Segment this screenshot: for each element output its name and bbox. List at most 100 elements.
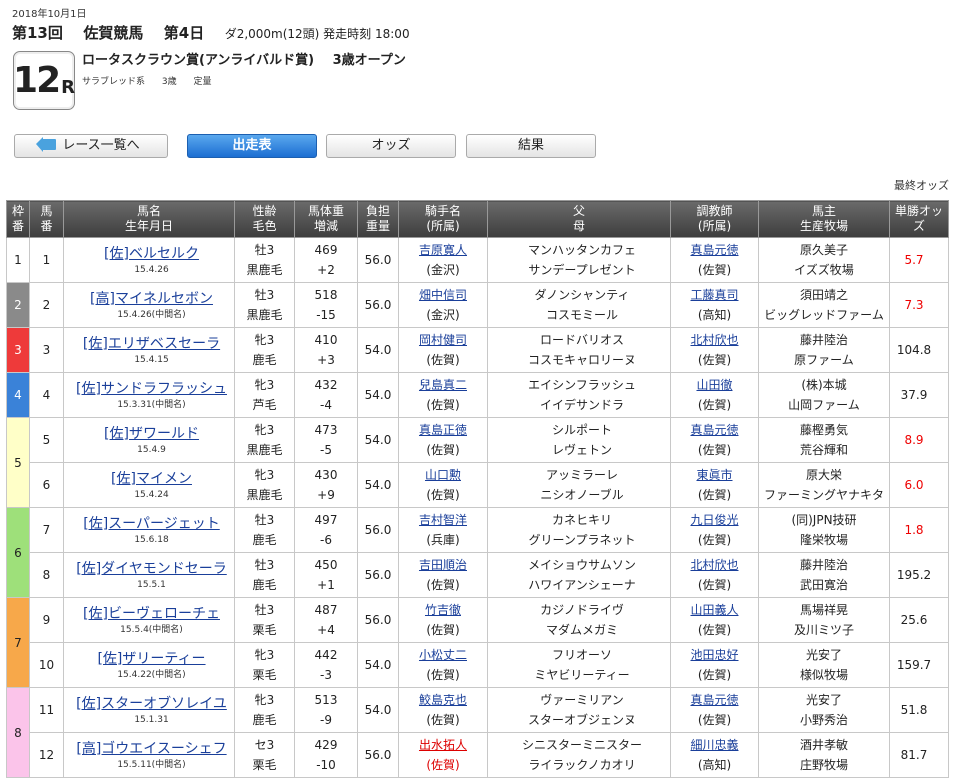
weight-diff: -3 bbox=[320, 668, 332, 682]
coat-color: 鹿毛 bbox=[252, 713, 277, 727]
jockey-affiliation: (金沢) bbox=[426, 308, 460, 322]
jockey-link[interactable]: 出水拓人 bbox=[419, 738, 467, 752]
jockey-link[interactable]: 吉村智洋 bbox=[419, 513, 467, 527]
trainer-link[interactable]: 真島元徳 bbox=[690, 693, 738, 707]
trainer-cell: 工藤真司 (高知) bbox=[670, 282, 759, 328]
horse-name-link[interactable]: [佐]ビーヴェローチェ bbox=[83, 606, 220, 622]
horse-name-link[interactable]: [佐]スターオブソレイユ bbox=[76, 696, 227, 712]
horse-name-link[interactable]: [佐]スーパージェット bbox=[83, 516, 220, 532]
trainer-cell: 北村欣也 (佐賀) bbox=[670, 552, 759, 598]
kinryo-cell: 56.0 bbox=[357, 237, 399, 283]
horse-name-link[interactable]: [佐]エリザベスセーラ bbox=[83, 336, 220, 352]
trainer-link[interactable]: 真島元徳 bbox=[690, 243, 738, 257]
jockey-cell: 畑中信司 (金沢) bbox=[398, 282, 488, 328]
race-attr-age: 3歳 bbox=[161, 77, 177, 87]
dam-name: ミヤビリーティー bbox=[534, 668, 630, 682]
horse-name-link[interactable]: [高]ゴウエイスーシェフ bbox=[76, 741, 226, 757]
trainer-link[interactable]: 山田義人 bbox=[690, 603, 738, 617]
sire-name: アッミラーレ bbox=[545, 468, 618, 482]
horse-name-link[interactable]: [佐]サンドラフラッシュ bbox=[76, 381, 227, 397]
umaban-cell: 6 bbox=[29, 462, 64, 508]
jockey-cell: 竹吉徹 (佐賀) bbox=[398, 597, 488, 643]
horse-name-link[interactable]: [佐]ベルセルク bbox=[104, 246, 199, 262]
weight-cell: 432 -4 bbox=[294, 372, 358, 418]
jockey-link[interactable]: 小松丈二 bbox=[419, 648, 467, 662]
sire-name: メイショウサムソン bbox=[528, 558, 636, 572]
trainer-link[interactable]: 細川忠義 bbox=[690, 738, 738, 752]
horse-birth: 15.4.9 bbox=[137, 445, 166, 455]
weight-diff: -6 bbox=[320, 533, 332, 547]
trainer-affiliation: (佐賀) bbox=[697, 398, 732, 412]
jockey-cell: 出水拓人 (佐賀) bbox=[398, 732, 488, 778]
horse-name-link[interactable]: [高]マイネルセボン bbox=[90, 291, 213, 307]
sex-age: 牝3 bbox=[254, 378, 275, 392]
horse-cell: [佐]エリザベスセーラ 15.4.15 bbox=[63, 327, 235, 373]
trainer-link[interactable]: 池田忠好 bbox=[690, 648, 738, 662]
horse-birth: 15.5.11(中間名) bbox=[117, 760, 186, 770]
horse-birth: 15.4.22(中間名) bbox=[117, 670, 186, 680]
tab-shutuba[interactable]: 出走表 bbox=[187, 134, 317, 158]
trainer-link[interactable]: 北村欣也 bbox=[690, 558, 738, 572]
horse-name-link[interactable]: [佐]ダイヤモンドセーラ bbox=[76, 561, 227, 577]
tab-odds[interactable]: オッズ bbox=[326, 134, 456, 158]
pedigree-cell: シルポート レヴェトン bbox=[487, 417, 671, 463]
col-sex: 性齢 毛色 bbox=[234, 200, 295, 238]
trainer-link[interactable]: 九日俊光 bbox=[690, 513, 738, 527]
sire-name: シニスターミニスター bbox=[521, 738, 642, 752]
jockey-link[interactable]: 畑中信司 bbox=[419, 288, 467, 302]
race-header: 2018年10月1日 第13回 佐賀競馬 第4日 ダ2,000m(12頭) 発走… bbox=[0, 0, 959, 122]
trainer-link[interactable]: 北村欣也 bbox=[690, 333, 738, 347]
kinryo-cell: 54.0 bbox=[357, 372, 399, 418]
sire-name: カジノドライヴ bbox=[540, 603, 624, 617]
weight-diff: -10 bbox=[316, 758, 336, 772]
horse-name-link[interactable]: [佐]ザワールド bbox=[104, 426, 199, 442]
col-weight: 馬体重 増減 bbox=[294, 200, 358, 238]
jockey-affiliation: (佐賀) bbox=[426, 398, 460, 412]
horse-name-link[interactable]: [佐]マイメン bbox=[111, 471, 192, 487]
weight-diff: -9 bbox=[320, 713, 332, 727]
tab-result[interactable]: 結果 bbox=[466, 134, 596, 158]
jockey-link[interactable]: 竹吉徹 bbox=[425, 603, 461, 617]
sex-age: 牡3 bbox=[254, 603, 275, 617]
jockey-link[interactable]: 兒島真二 bbox=[419, 378, 467, 392]
jockey-affiliation: (佐賀) bbox=[426, 578, 460, 592]
sex-cell: 牝3 黒鹿毛 bbox=[234, 417, 295, 463]
waku-cell: 5 bbox=[6, 417, 30, 508]
col-trainer: 調教師 (所属) bbox=[670, 200, 759, 238]
jockey-affiliation: (金沢) bbox=[426, 263, 460, 277]
sex-cell: 牡3 鹿毛 bbox=[234, 552, 295, 598]
horse-name-link[interactable]: [佐]ザリーティー bbox=[97, 651, 205, 667]
kinryo-cell: 56.0 bbox=[357, 597, 399, 643]
pedigree-cell: メイショウサムソン ハワイアンシェーナ bbox=[487, 552, 671, 598]
sire-name: フリオーソ bbox=[551, 648, 612, 662]
trainer-link[interactable]: 工藤真司 bbox=[690, 288, 738, 302]
trainer-link[interactable]: 山田徹 bbox=[696, 378, 732, 392]
meet-course: 佐賀競馬 bbox=[83, 24, 144, 42]
jockey-link[interactable]: 真島正徳 bbox=[419, 423, 467, 437]
umaban-cell: 7 bbox=[29, 507, 64, 553]
col-pedigree: 父母 bbox=[487, 200, 671, 238]
odds-cell: 104.8 bbox=[889, 327, 949, 373]
weight-cell: 450 +1 bbox=[294, 552, 358, 598]
jockey-link[interactable]: 山口勲 bbox=[425, 468, 461, 482]
breeder-name: 小野秀治 bbox=[799, 713, 848, 727]
dam-name: ライラックノカオリ bbox=[528, 758, 636, 772]
jockey-cell: 山口勲 (佐賀) bbox=[398, 462, 488, 508]
jockey-link[interactable]: 岡村健司 bbox=[419, 333, 467, 347]
jockey-cell: 吉村智洋 (兵庫) bbox=[398, 507, 488, 553]
race-list-button[interactable]: レース一覧へ bbox=[14, 134, 168, 158]
jockey-link[interactable]: 吉原寛人 bbox=[419, 243, 467, 257]
jockey-link[interactable]: 鮫島克也 bbox=[419, 693, 467, 707]
jockey-cell: 兒島真二 (佐賀) bbox=[398, 372, 488, 418]
sex-age: 牡3 bbox=[254, 558, 275, 572]
owner-name: 須田靖之 bbox=[799, 288, 848, 302]
owner-name: 光安了 bbox=[805, 648, 842, 662]
trainer-link[interactable]: 真島元徳 bbox=[690, 423, 738, 437]
col-waku: 枠番 bbox=[6, 200, 30, 238]
trainer-link[interactable]: 東眞市 bbox=[696, 468, 732, 482]
odds-cell: 51.8 bbox=[889, 687, 949, 733]
jockey-affiliation: (佐賀) bbox=[426, 668, 460, 682]
jockey-link[interactable]: 吉田順治 bbox=[419, 558, 467, 572]
odds-cell: 8.9 bbox=[889, 417, 949, 463]
weight-diff: +4 bbox=[317, 623, 335, 637]
